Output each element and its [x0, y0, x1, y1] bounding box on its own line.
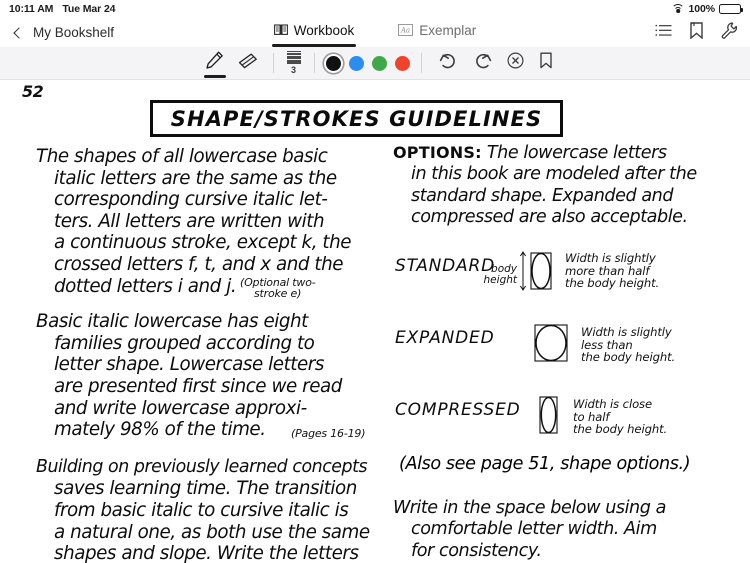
status-bar-right: 100% [671, 3, 743, 15]
shape-option-description: Width is slightly less than the body hei… [581, 325, 676, 365]
list-icon[interactable] [655, 24, 672, 42]
shape-option-compressed: COMPRESSED Width is close to half the bo… [393, 388, 738, 444]
paragraph-1-line: crossed letters f, t, and x and the [54, 253, 344, 275]
paragraph-2-line: Basic italic lowercase has eight [36, 311, 308, 333]
paragraph-2-line: families grouped according to [54, 332, 315, 354]
shape-option-description: Width is slightly more than half the bod… [565, 251, 660, 291]
status-time: 10:11 AM [9, 3, 54, 15]
options-paragraph-line: The lowercase letters [486, 143, 667, 163]
status-date: Tue Mar 24 [62, 3, 116, 15]
open-book-icon [273, 23, 288, 37]
toolbar-actions [439, 52, 553, 74]
instruction-line: Write in the space below using a [393, 498, 666, 519]
wrench-icon[interactable] [721, 22, 738, 44]
navigation-bar: My Bookshelf Workbook Aa Exemplar [0, 18, 750, 47]
color-swatch-green[interactable] [371, 55, 387, 71]
paragraph-3-line: from basic italic to cursive italic is [54, 499, 349, 521]
toolbar-inner: 3 [198, 47, 553, 80]
paragraph-2-line: letter shape. Lowercase letters [54, 354, 324, 376]
toolbar-divider-2 [313, 53, 315, 73]
nav-right-icons [655, 21, 738, 44]
paragraph-2-line: mately 98% of the time. [54, 419, 266, 441]
undo-icon[interactable] [439, 53, 458, 74]
paragraph-1-line: The shapes of all lowercase basic [36, 146, 328, 167]
svg-text:Aa: Aa [400, 27, 410, 35]
pen-tool-button[interactable] [198, 47, 232, 80]
redo-icon[interactable] [473, 53, 492, 74]
options-paragraph: OPTIONS: The lowercase letters in this b… [393, 142, 738, 228]
body-height-label: body height [483, 263, 517, 287]
pencil-icon [204, 50, 225, 76]
page-title-box: SHAPE/STROKES GUIDELINES [150, 100, 563, 137]
see-also-note: (Also see page 51, shape options.) [399, 454, 691, 475]
eraser-icon [238, 52, 259, 75]
tab-exemplar[interactable]: Aa Exemplar [398, 23, 476, 43]
paragraph-3-line: a natural one, as both use the same [54, 521, 370, 543]
paragraph-2: Basic italic lowercase has eight familie… [36, 311, 381, 441]
eraser-tool-button[interactable] [232, 47, 266, 80]
line-width-value: 3 [290, 65, 296, 76]
instruction-line: comfortable letter width. Aim [411, 519, 657, 540]
tab-workbook-label: Workbook [293, 22, 355, 38]
clear-circle-x-icon[interactable] [506, 52, 524, 74]
status-bar: 10:11 AM Tue Mar 24 100% [0, 0, 750, 18]
color-swatch-black[interactable] [325, 55, 341, 71]
page-number: 52 [22, 82, 44, 101]
line-width-button[interactable]: 3 [281, 50, 307, 76]
app-root: 10:11 AM Tue Mar 24 100% My Bookshelf Wo… [0, 0, 750, 563]
battery-percent-label: 100% [688, 3, 716, 15]
status-bar-left: 10:11 AM Tue Mar 24 [9, 3, 116, 15]
shape-option-expanded: EXPANDED Width is slightly less than the… [393, 316, 738, 372]
paragraph-3: Building on previously learned concepts … [36, 457, 381, 563]
paragraph-1-line: italic letters are the same as the [54, 167, 337, 189]
drawing-toolbar: 3 [0, 47, 750, 80]
wifi-icon [671, 4, 685, 14]
aa-text-icon: Aa [398, 24, 414, 36]
battery-icon [719, 4, 743, 14]
toolbar-divider-3 [420, 53, 422, 73]
tab-workbook[interactable]: Workbook [271, 22, 356, 47]
view-tabs: Workbook Aa Exemplar [0, 22, 750, 47]
paragraph-1-line: corresponding cursive italic let- [54, 189, 328, 211]
standard-shape-diagram [519, 251, 552, 292]
compressed-shape-diagram [539, 396, 558, 434]
paragraph-1-line: a continuous stroke, except k, the [54, 232, 352, 254]
options-heading: OPTIONS: [393, 143, 482, 162]
line-weight-icon [286, 50, 301, 64]
right-column: OPTIONS: The lowercase letters in this b… [393, 142, 738, 563]
shape-option-name: COMPRESSED [395, 400, 521, 421]
page-title: SHAPE/STROKES GUIDELINES [170, 106, 543, 131]
instruction-line: for consistency. [411, 540, 542, 561]
paragraph-3-line: Building on previously learned concepts [36, 456, 368, 477]
shape-option-standard: STANDARD body height Width is slightly m… [393, 244, 738, 300]
options-paragraph-line: standard shape. Expanded and [411, 185, 674, 206]
left-column: The shapes of all lowercase basic italic… [36, 146, 381, 563]
paragraph-1: The shapes of all lowercase basic italic… [36, 146, 381, 301]
paragraph-2-line: and write lowercase approxi- [54, 397, 307, 419]
shape-option-name: EXPANDED [395, 328, 495, 349]
paragraph-2-line: are presented first since we read [54, 375, 342, 397]
tab-exemplar-label: Exemplar [419, 22, 477, 38]
paragraph-3-line: shapes and slope. Write the letters [54, 543, 359, 563]
paragraph-3-line: saves learning time. The transition [54, 478, 357, 500]
color-swatch-red[interactable] [394, 55, 410, 71]
pages-reference-note: (Pages 16-19) [291, 427, 366, 441]
bookmark-icon[interactable] [689, 21, 704, 44]
expanded-shape-diagram [534, 324, 568, 362]
options-paragraph-line: compressed are also acceptable. [411, 206, 688, 227]
paragraph-1-line: dotted letters i and j. [54, 275, 237, 297]
shape-option-description: Width is close to half the body height. [573, 397, 668, 437]
instruction-paragraph: Write in the space below using a comfort… [393, 498, 738, 562]
workbook-page-canvas[interactable]: 52 SHAPE/STROKES GUIDELINES The shapes o… [0, 80, 750, 563]
color-swatch-blue[interactable] [348, 55, 364, 71]
optional-stroke-note: (Optional two- stroke e) [240, 275, 316, 301]
options-paragraph-line: in this book are modeled after the [411, 164, 697, 185]
toolbar-divider-1 [272, 53, 274, 73]
color-swatches [325, 55, 410, 71]
bookmark-outline-icon[interactable] [539, 52, 553, 74]
paragraph-1-line: ters. All letters are written with [54, 210, 325, 232]
